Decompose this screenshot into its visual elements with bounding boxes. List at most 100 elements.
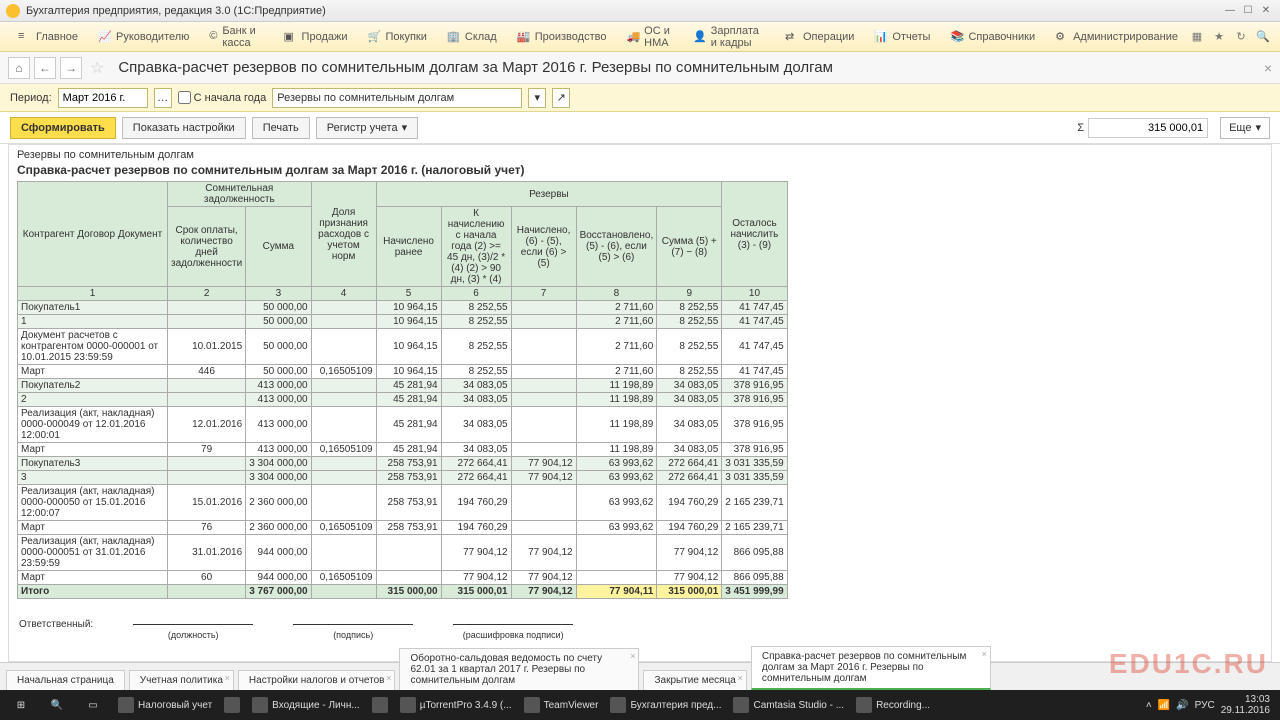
navbar: ⌂ ← → ☆ Справка-расчет резервов по сомни… (0, 52, 1280, 84)
star-icon[interactable]: ★ (1210, 28, 1228, 46)
col-num: 3 (246, 287, 311, 301)
print-button[interactable]: Печать (252, 117, 310, 139)
tray-up-icon[interactable]: ˄ (1146, 700, 1152, 711)
signature-block: Ответственный: (должность) (подпись) (ра… (17, 619, 1231, 640)
maximize-icon[interactable]: ☐ (1240, 4, 1256, 18)
since-start-checkbox[interactable]: С начала года (178, 91, 267, 104)
grid-icon[interactable]: ▦ (1188, 28, 1206, 46)
taskbar-item[interactable]: Camtasia Studio - ... (727, 692, 850, 718)
main-menu: ≡Главное 📈Руководителю ©Банк и касса ▣Пр… (0, 22, 1280, 52)
menu-pok[interactable]: 🛒Покупки (358, 22, 437, 51)
show-settings-button[interactable]: Показать настройки (122, 117, 246, 139)
table-row[interactable]: Покупатель2413 000,0045 281,9434 083,051… (18, 379, 788, 393)
tab[interactable]: Начальная страница (6, 670, 125, 690)
more-button[interactable]: Еще▾ (1220, 117, 1270, 139)
window-titlebar: Бухгалтерия предприятия, редакция 3.0 (1… (0, 0, 1280, 22)
menu-otch[interactable]: 📊Отчеты (864, 22, 940, 51)
table-row[interactable]: 2413 000,0045 281,9434 083,0511 198,8934… (18, 393, 788, 407)
sound-icon[interactable]: 🔊 (1176, 700, 1188, 711)
tab[interactable]: Настройки налогов и отчетов× (238, 670, 396, 690)
report-area[interactable]: Резервы по сомнительным долгам Справка-р… (8, 144, 1272, 662)
table-row[interactable]: Реализация (акт, накладная) 0000-000049 … (18, 407, 788, 443)
menu-admin[interactable]: ⚙Администрирование (1045, 22, 1188, 51)
menu-main[interactable]: ≡Главное (8, 22, 88, 51)
app-icon (224, 697, 240, 713)
app-logo-icon (6, 4, 20, 18)
tab[interactable]: Справка-расчет резервов по сомнительным … (751, 646, 991, 690)
table-row[interactable]: Документ расчетов с контрагентом 0000-00… (18, 329, 788, 365)
register-button[interactable]: Регистр учета▾ (316, 117, 418, 139)
lang-indicator[interactable]: РУС (1195, 700, 1215, 711)
taskbar-item[interactable]: Входящие - Личн... (246, 692, 366, 718)
tab-close-icon[interactable]: × (982, 649, 987, 659)
back-button[interactable]: ← (34, 57, 56, 79)
sum-field[interactable] (1088, 118, 1208, 138)
close-icon[interactable]: ✕ (1258, 4, 1274, 18)
tab-close-icon[interactable]: × (630, 651, 635, 661)
taskbar-item[interactable]: µTorrentPro 3.4.9 (... (394, 692, 518, 718)
menu-proizv[interactable]: 🏭Производство (507, 22, 617, 51)
gear-icon: ⚙ (1055, 30, 1069, 44)
colgroup-reserves: Резервы (376, 182, 722, 207)
menu-zp[interactable]: 👤Зарплата и кадры (683, 22, 775, 51)
col-vosst: Восстановлено, (5) - (6), если (5) > (6) (576, 207, 657, 287)
type-open-button[interactable]: ↗ (552, 88, 570, 108)
network-icon[interactable]: 📶 (1158, 700, 1170, 711)
coin-icon: © (209, 30, 218, 44)
taskview-icon[interactable]: ▭ (76, 692, 110, 718)
table-row[interactable]: Итого3 767 000,00315 000,00315 000,0177 … (18, 585, 788, 599)
table-row[interactable]: 33 304 000,00258 753,91272 664,4177 904,… (18, 471, 788, 485)
period-picker-button[interactable]: … (154, 88, 172, 108)
menu-sklad[interactable]: 🏢Склад (437, 22, 507, 51)
favorite-icon[interactable]: ☆ (90, 58, 104, 78)
type-select[interactable]: Резервы по сомнительным долгам (272, 88, 522, 108)
type-dropdown-button[interactable]: ▾ (528, 88, 546, 108)
table-row[interactable]: Реализация (акт, накладная) 0000-000050 … (18, 485, 788, 521)
table-row[interactable]: Реализация (акт, накладная) 0000-000051 … (18, 535, 788, 571)
home-button[interactable]: ⌂ (8, 57, 30, 79)
search-taskbar-icon[interactable]: 🔍 (40, 692, 74, 718)
table-row[interactable]: Март60944 000,000,1650510977 904,1277 90… (18, 571, 788, 585)
form-button[interactable]: Сформировать (10, 117, 116, 139)
history-icon[interactable]: ↻ (1232, 28, 1250, 46)
start-button[interactable]: ⊞ (4, 692, 38, 718)
taskbar-item[interactable] (366, 692, 394, 718)
minimize-icon[interactable]: — (1222, 4, 1238, 18)
person-icon: 👤 (693, 30, 707, 44)
system-tray[interactable]: ˄ 📶 🔊 РУС 13:03 29.11.2016 (1146, 694, 1276, 716)
table-row[interactable]: Март79413 000,000,1650510945 281,9434 08… (18, 443, 788, 457)
table-row[interactable]: Покупатель150 000,0010 964,158 252,552 7… (18, 301, 788, 315)
tab[interactable]: Закрытие месяца× (643, 670, 746, 690)
menu-oper[interactable]: ⇄Операции (775, 22, 864, 51)
taskbar-item[interactable]: Налоговый учет (112, 692, 218, 718)
tab-close-icon[interactable]: × (225, 673, 230, 683)
tab-close-icon[interactable]: × (738, 673, 743, 683)
search-icon[interactable]: 🔍 (1254, 28, 1272, 46)
menu-sprav[interactable]: 📚Справочники (940, 22, 1045, 51)
menu-ruk[interactable]: 📈Руководителю (88, 22, 199, 51)
table-row[interactable]: Март44650 000,000,1650510910 964,158 252… (18, 365, 788, 379)
forward-button[interactable]: → (60, 57, 82, 79)
period-input[interactable] (58, 88, 148, 108)
col-num: 1 (18, 287, 168, 301)
table-row[interactable]: 150 000,0010 964,158 252,552 711,608 252… (18, 315, 788, 329)
menu-os[interactable]: 🚚ОС и НМА (616, 22, 683, 51)
taskbar-item[interactable]: TeamViewer (518, 692, 605, 718)
col-num: 10 (722, 287, 787, 301)
tab-close-icon[interactable]: × (386, 673, 391, 683)
close-page-icon[interactable]: × (1264, 60, 1272, 76)
col-num: 8 (576, 287, 657, 301)
menu-bank[interactable]: ©Банк и касса (199, 22, 273, 51)
table-row[interactable]: Покупатель33 304 000,00258 753,91272 664… (18, 457, 788, 471)
col-kontragent: Контрагент Договор Документ (18, 182, 168, 287)
taskbar-item[interactable]: Recording... (850, 692, 936, 718)
taskbar-item[interactable] (218, 692, 246, 718)
menu-prod[interactable]: ▣Продажи (274, 22, 358, 51)
book-icon: 📚 (950, 30, 964, 44)
tab[interactable]: Учетная политика× (129, 670, 234, 690)
table-row[interactable]: Март762 360 000,000,16505109258 753,9119… (18, 521, 788, 535)
tab[interactable]: Оборотно-сальдовая ведомость по счету 62… (399, 648, 639, 690)
report-title: Справка-расчет резервов по сомнительным … (17, 163, 1231, 177)
taskbar-item[interactable]: Бухгалтерия пред... (604, 692, 727, 718)
app-icon (856, 697, 872, 713)
